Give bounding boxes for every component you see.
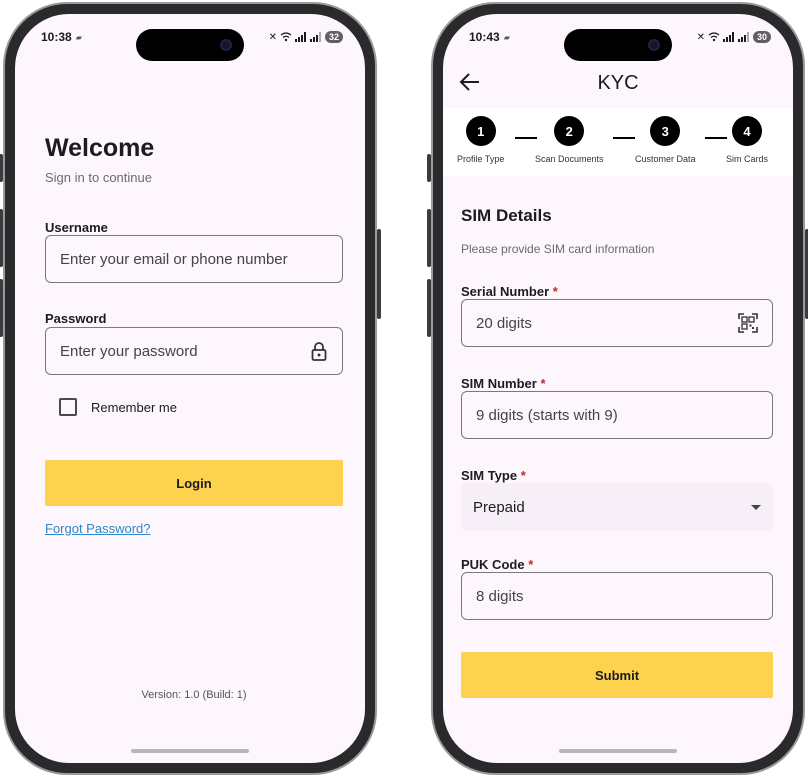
- required-mark: *: [520, 468, 526, 483]
- login-button[interactable]: Login: [45, 460, 343, 506]
- version-text: Version: 1.0 (Build: 1): [141, 689, 247, 701]
- dropdown-arrow-icon[interactable]: [751, 504, 761, 510]
- phone-volume-up-button: [0, 209, 3, 267]
- phone-volume-down-button: [427, 279, 431, 337]
- remember-me-row[interactable]: Remember me: [59, 398, 177, 416]
- sim-type-dropdown[interactable]: Prepaid: [461, 483, 773, 531]
- qr-scan-icon[interactable]: [738, 313, 758, 333]
- sim-details-form: SIM Details Please provide SIM card info…: [461, 14, 775, 763]
- phone-frame-right: 10:43 ▰ ✕ 30 KYC 1 Profile Type 2 Scan D…: [427, 2, 808, 775]
- password-label: Password: [45, 311, 107, 326]
- section-hint: Please provide SIM card information: [461, 242, 655, 256]
- page-subtitle: Sign in to continue: [45, 170, 152, 185]
- sim-type-label: SIM Type *: [461, 468, 526, 483]
- serial-number-label: Serial Number *: [461, 284, 558, 299]
- login-form: Welcome Sign in to continue Username Ent…: [45, 14, 345, 763]
- sim-type-value: Prepaid: [473, 498, 525, 516]
- sim-type-label-text: SIM Type: [461, 468, 518, 483]
- sim-number-label: SIM Number *: [461, 376, 546, 391]
- page-title: Welcome: [45, 134, 155, 162]
- sim-number-placeholder: 9 digits (starts with 9): [476, 406, 618, 424]
- sim-number-input[interactable]: 9 digits (starts with 9): [461, 391, 773, 439]
- username-placeholder: Enter your email or phone number: [60, 250, 288, 268]
- phone-side-button: [427, 154, 431, 182]
- required-mark: *: [552, 284, 558, 299]
- puk-code-placeholder: 8 digits: [476, 587, 524, 605]
- puk-code-input[interactable]: 8 digits: [461, 572, 773, 620]
- phone-volume-up-button: [427, 209, 431, 267]
- section-heading: SIM Details: [461, 206, 552, 225]
- login-screen: 10:38 ▰ ✕ 32 Welcome Sign in to continue…: [15, 14, 365, 763]
- stage: 10:38 ▰ ✕ 32 Welcome Sign in to continue…: [0, 0, 808, 778]
- serial-number-input[interactable]: 20 digits: [461, 299, 773, 347]
- kyc-screen: 10:43 ▰ ✕ 30 KYC 1 Profile Type 2 Scan D…: [443, 14, 793, 763]
- remember-me-label: Remember me: [91, 399, 177, 415]
- home-indicator[interactable]: [131, 749, 249, 753]
- puk-code-label: PUK Code *: [461, 557, 533, 572]
- remember-me-checkbox[interactable]: [59, 398, 77, 416]
- password-input[interactable]: Enter your password: [45, 327, 343, 375]
- phone-side-button: [0, 154, 3, 182]
- home-indicator[interactable]: [559, 749, 677, 753]
- serial-number-label-text: Serial Number: [461, 284, 550, 299]
- forgot-password-link[interactable]: Forgot Password?: [45, 521, 151, 536]
- required-mark: *: [528, 557, 534, 572]
- puk-code-label-text: PUK Code: [461, 557, 525, 572]
- username-input[interactable]: Enter your email or phone number: [45, 235, 343, 283]
- submit-button[interactable]: Submit: [461, 652, 773, 698]
- required-mark: *: [540, 376, 546, 391]
- phone-frame-left: 10:38 ▰ ✕ 32 Welcome Sign in to continue…: [0, 2, 381, 775]
- phone-volume-down-button: [0, 279, 3, 337]
- password-placeholder: Enter your password: [60, 342, 198, 360]
- serial-number-placeholder: 20 digits: [476, 314, 532, 332]
- sim-number-label-text: SIM Number: [461, 376, 537, 391]
- phone-power-button: [377, 229, 381, 319]
- username-label: Username: [45, 220, 108, 235]
- lock-icon[interactable]: [310, 341, 328, 361]
